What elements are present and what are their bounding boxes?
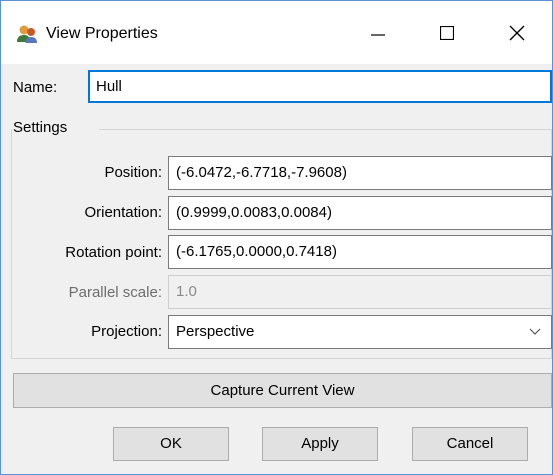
close-button[interactable] <box>486 1 548 64</box>
view-properties-dialog: View Properties Name: Hull Settings Posi… <box>0 0 553 475</box>
maximize-icon <box>440 25 454 40</box>
rotation-point-label: Rotation point: <box>65 244 162 261</box>
settings-group-divider <box>99 129 552 130</box>
projection-select[interactable]: Perspective <box>168 315 552 349</box>
projection-label: Projection: <box>91 323 162 340</box>
rotation-point-field[interactable]: (-6.1765,0.0000,0.7418) <box>168 235 552 269</box>
parallel-scale-label: Parallel scale: <box>68 284 162 301</box>
maximize-button[interactable] <box>416 1 478 64</box>
parallel-scale-field: 1.0 <box>168 275 552 309</box>
people-icon <box>16 23 38 45</box>
window-title: View Properties <box>46 25 158 42</box>
chevron-down-icon <box>529 328 541 335</box>
name-label: Name: <box>13 79 58 96</box>
title-bar[interactable]: View Properties <box>1 1 552 64</box>
minimize-button[interactable] <box>347 1 409 64</box>
orientation-field[interactable]: (0.9999,0.0083,0.0084) <box>168 196 552 230</box>
position-label: Position: <box>104 164 162 181</box>
capture-current-view-button[interactable]: Capture Current View <box>13 373 552 408</box>
projection-selected-value: Perspective <box>176 323 255 340</box>
name-field[interactable]: Hull <box>88 70 552 103</box>
ok-button[interactable]: OK <box>113 427 229 461</box>
settings-group-title: Settings <box>13 118 72 138</box>
minimize-icon <box>371 33 385 36</box>
cancel-button[interactable]: Cancel <box>412 427 528 461</box>
apply-button[interactable]: Apply <box>262 427 378 461</box>
position-field[interactable]: (-6.0472,-6.7718,-7.9608) <box>168 156 552 190</box>
orientation-label: Orientation: <box>84 204 162 221</box>
close-icon <box>509 25 525 40</box>
